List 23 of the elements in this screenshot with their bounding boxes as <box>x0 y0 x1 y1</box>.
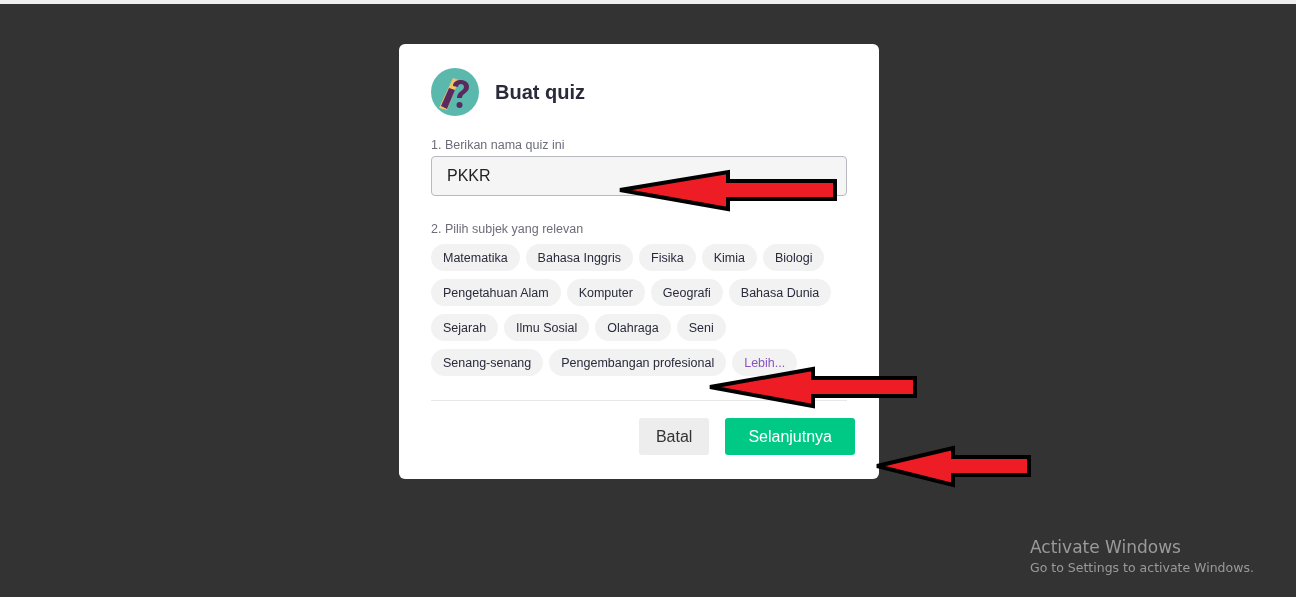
subject-chip[interactable]: Pengembangan profesional <box>549 349 727 376</box>
subject-chip[interactable]: Bahasa Dunia <box>728 279 832 306</box>
subject-chip[interactable]: Sejarah <box>431 314 499 341</box>
subject-chip[interactable]: Ilmu Sosial <box>504 314 590 341</box>
subject-chip[interactable]: Geografi <box>650 279 723 306</box>
subject-chip[interactable]: Fisika <box>639 244 696 271</box>
subject-chip[interactable]: Bahasa Inggris <box>525 244 633 271</box>
more-link[interactable]: Lebih... <box>732 349 798 376</box>
quiz-logo-icon <box>431 68 479 116</box>
activation-text: Go to Settings to activate Windows. <box>1030 560 1254 575</box>
field-label: 1. Berikan nama quiz ini <box>431 138 566 152</box>
subject-chip[interactable]: Seni <box>676 314 726 341</box>
cancel-button[interactable]: Batal <box>638 418 710 455</box>
subject-chip[interactable]: Matematika <box>431 244 520 271</box>
subject-chip[interactable]: Kimia <box>701 244 757 271</box>
subject-chip[interactable]: Biologi <box>762 244 825 271</box>
subject-chip[interactable]: Olahraga <box>595 314 671 341</box>
subject-chip[interactable]: Komputer <box>566 279 645 306</box>
subject-chip[interactable]: Senang-senang <box>431 349 544 376</box>
dialog-title: Buat quiz <box>495 80 585 104</box>
activation-title: Activate Windows <box>1030 537 1182 557</box>
field-label: 2. Pilih subjek yang relevan <box>431 222 585 236</box>
subject-chip[interactable]: Pengetahuan Alam <box>431 279 561 306</box>
